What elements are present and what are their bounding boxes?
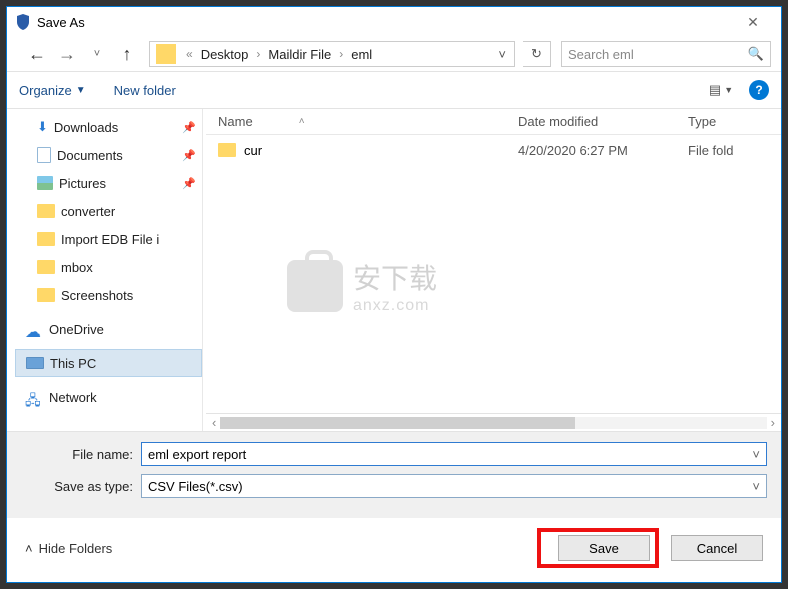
view-options-button[interactable]: ▤ ▼ xyxy=(703,78,739,102)
scroll-left-icon[interactable]: ‹ xyxy=(212,415,216,430)
crumb-desktop[interactable]: Desktop xyxy=(199,47,251,62)
app-shield-icon xyxy=(15,14,31,30)
nav-tree: ⬇Downloads📌 Documents📌 Pictures📌 convert… xyxy=(7,109,202,431)
tree-documents[interactable]: Documents📌 xyxy=(15,141,202,169)
folder-icon xyxy=(37,288,55,302)
filename-input[interactable]: eml export report ˅ xyxy=(141,442,767,466)
h-scrollbar[interactable]: ‹ › xyxy=(206,413,781,431)
view-list-icon: ▤ xyxy=(709,82,721,98)
pictures-icon xyxy=(37,176,53,190)
sort-asc-icon: ˄ xyxy=(299,116,305,127)
pin-icon: 📌 xyxy=(182,149,196,162)
chevron-down-icon: ▼ xyxy=(724,85,733,95)
save-as-dialog: Save As ✕ ← → ˅ ↑ « Desktop › Maildir Fi… xyxy=(6,6,782,583)
back-button[interactable]: ← xyxy=(23,40,51,68)
search-icon: 🔍 xyxy=(748,46,764,62)
folder-icon xyxy=(218,143,236,157)
chevron-down-icon[interactable]: ˅ xyxy=(752,479,760,494)
col-name[interactable]: Name˄ xyxy=(218,114,518,129)
filename-label: File name: xyxy=(37,447,133,462)
tree-mbox[interactable]: mbox xyxy=(15,253,202,281)
refresh-button[interactable]: ↻ xyxy=(523,41,551,67)
saveastype-label: Save as type: xyxy=(37,479,133,494)
col-type[interactable]: Type xyxy=(688,114,781,129)
tree-network[interactable]: 🖧Network xyxy=(15,383,202,411)
titlebar: Save As ✕ xyxy=(7,7,781,37)
dialog-title: Save As xyxy=(37,15,733,30)
tree-onedrive[interactable]: ☁OneDrive xyxy=(15,315,202,343)
pc-icon xyxy=(26,357,44,369)
cloud-icon: ☁ xyxy=(25,322,43,336)
recent-dropdown-icon[interactable]: ˅ xyxy=(83,40,111,68)
tree-converter[interactable]: converter xyxy=(15,197,202,225)
save-button[interactable]: Save xyxy=(558,535,650,561)
chevron-right-icon: › xyxy=(333,47,349,61)
organize-button[interactable]: Organize ▼ xyxy=(19,83,86,98)
file-row[interactable]: cur 4/20/2020 6:27 PM File fold xyxy=(206,135,781,165)
pin-icon: 📌 xyxy=(182,177,196,190)
folder-icon xyxy=(37,260,55,274)
toolbar: Organize ▼ New folder ▤ ▼ ? xyxy=(7,71,781,109)
cancel-button[interactable]: Cancel xyxy=(671,535,763,561)
scroll-right-icon[interactable]: › xyxy=(771,415,775,430)
document-icon xyxy=(37,147,51,163)
tree-this-pc[interactable]: This PC xyxy=(15,349,202,377)
search-input[interactable]: Search eml 🔍 xyxy=(561,41,771,67)
network-icon: 🖧 xyxy=(25,390,43,404)
chevron-up-icon: ˄ xyxy=(25,541,33,556)
chevron-down-icon[interactable]: ˅ xyxy=(752,447,760,462)
tree-pictures[interactable]: Pictures📌 xyxy=(15,169,202,197)
crumb-maildir[interactable]: Maildir File xyxy=(266,47,333,62)
download-icon: ⬇ xyxy=(37,119,48,135)
folder-icon xyxy=(37,232,55,246)
file-list: Name˄ Date modified Type cur 4/20/2020 6… xyxy=(206,109,781,431)
hide-folders-button[interactable]: ˄ Hide Folders xyxy=(25,541,112,556)
search-placeholder: Search eml xyxy=(568,47,634,62)
chevron-right-icon: › xyxy=(250,47,266,61)
tree-import-edb[interactable]: Import EDB File i xyxy=(15,225,202,253)
main-area: ⬇Downloads📌 Documents📌 Pictures📌 convert… xyxy=(7,109,781,431)
folder-icon xyxy=(156,44,176,64)
new-folder-button[interactable]: New folder xyxy=(114,83,176,98)
scrollbar-thumb[interactable] xyxy=(220,417,575,429)
address-dropdown-icon[interactable]: ˅ xyxy=(490,47,514,62)
breadcrumb-prefix: « xyxy=(180,47,199,61)
help-icon[interactable]: ? xyxy=(749,80,769,100)
address-bar[interactable]: « Desktop › Maildir File › eml ˅ xyxy=(149,41,515,67)
column-headers: Name˄ Date modified Type xyxy=(206,109,781,135)
tree-screenshots[interactable]: Screenshots xyxy=(15,281,202,309)
tree-downloads[interactable]: ⬇Downloads📌 xyxy=(15,113,202,141)
crumb-eml[interactable]: eml xyxy=(349,47,374,62)
form-area: File name: eml export report ˅ Save as t… xyxy=(7,431,781,518)
highlight-rect: Save xyxy=(537,528,659,568)
forward-button: → xyxy=(53,40,81,68)
nav-row: ← → ˅ ↑ « Desktop › Maildir File › eml ˅… xyxy=(7,37,781,71)
file-date: 4/20/2020 6:27 PM xyxy=(518,143,688,158)
saveastype-select[interactable]: CSV Files(*.csv) ˅ xyxy=(141,474,767,498)
chevron-down-icon: ▼ xyxy=(76,85,86,96)
col-date[interactable]: Date modified xyxy=(518,114,688,129)
up-button[interactable]: ↑ xyxy=(113,40,141,68)
close-icon[interactable]: ✕ xyxy=(733,14,773,31)
folder-icon xyxy=(37,204,55,218)
file-type: File fold xyxy=(688,143,781,158)
pin-icon: 📌 xyxy=(182,121,196,134)
file-name: cur xyxy=(244,143,262,158)
footer: ˄ Hide Folders Save Cancel xyxy=(7,518,781,582)
